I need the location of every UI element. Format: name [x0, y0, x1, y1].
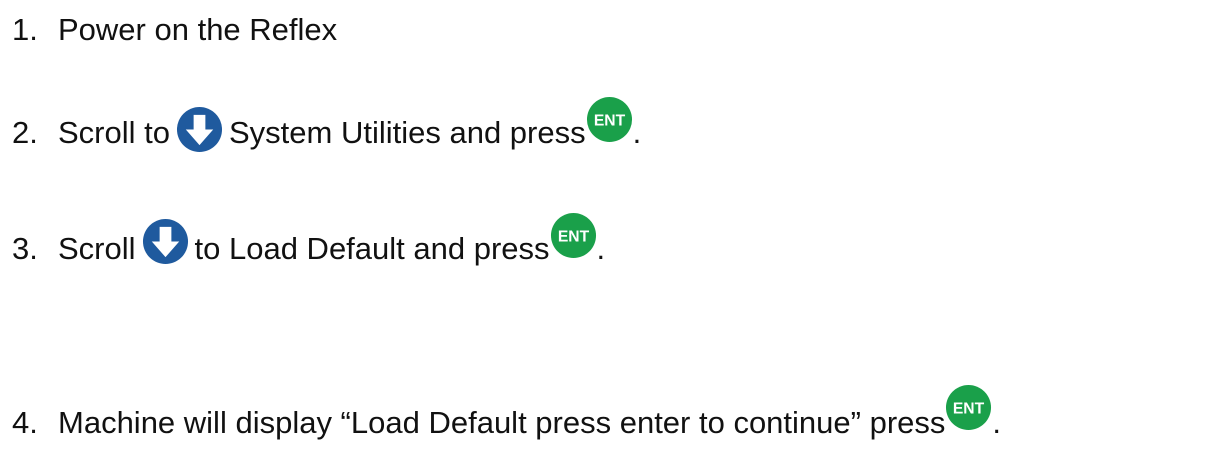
step-number: 3. — [12, 231, 38, 266]
step-number: 2. — [12, 115, 38, 150]
step-text-middle: System Utilities and press — [228, 115, 586, 150]
step-text: Power on the Reflex — [58, 12, 338, 47]
step-text-end: . — [992, 405, 1002, 440]
step-text-before: Scroll — [58, 231, 136, 266]
step-number: 1. — [12, 12, 38, 47]
ent-icon-label: ENT — [593, 112, 625, 129]
step-text-end: . — [632, 115, 642, 150]
instruction-step-4: 4. Machine will display “Load Default pr… — [12, 384, 1002, 441]
instruction-step-3: 3. Scroll to Load Default and press ENT … — [12, 212, 606, 267]
instruction-step-1: 1. Power on the Reflex — [12, 12, 337, 48]
ent-icon: ENT — [586, 96, 633, 143]
down-arrow-icon — [176, 106, 223, 153]
step-text-before: Scroll to — [58, 115, 170, 150]
ent-icon: ENT — [945, 384, 992, 431]
ent-icon-label: ENT — [953, 400, 985, 417]
step-text-before: Machine will display “Load Default press… — [58, 405, 946, 440]
step-text-middle: to Load Default and press — [194, 231, 550, 266]
down-arrow-icon — [142, 218, 189, 265]
instruction-step-2: 2. Scroll to System Utilities and press … — [12, 96, 642, 153]
ent-icon-label: ENT — [557, 228, 589, 245]
step-number: 4. — [12, 405, 38, 440]
step-text-end: . — [596, 231, 606, 266]
ent-icon: ENT — [550, 212, 597, 259]
